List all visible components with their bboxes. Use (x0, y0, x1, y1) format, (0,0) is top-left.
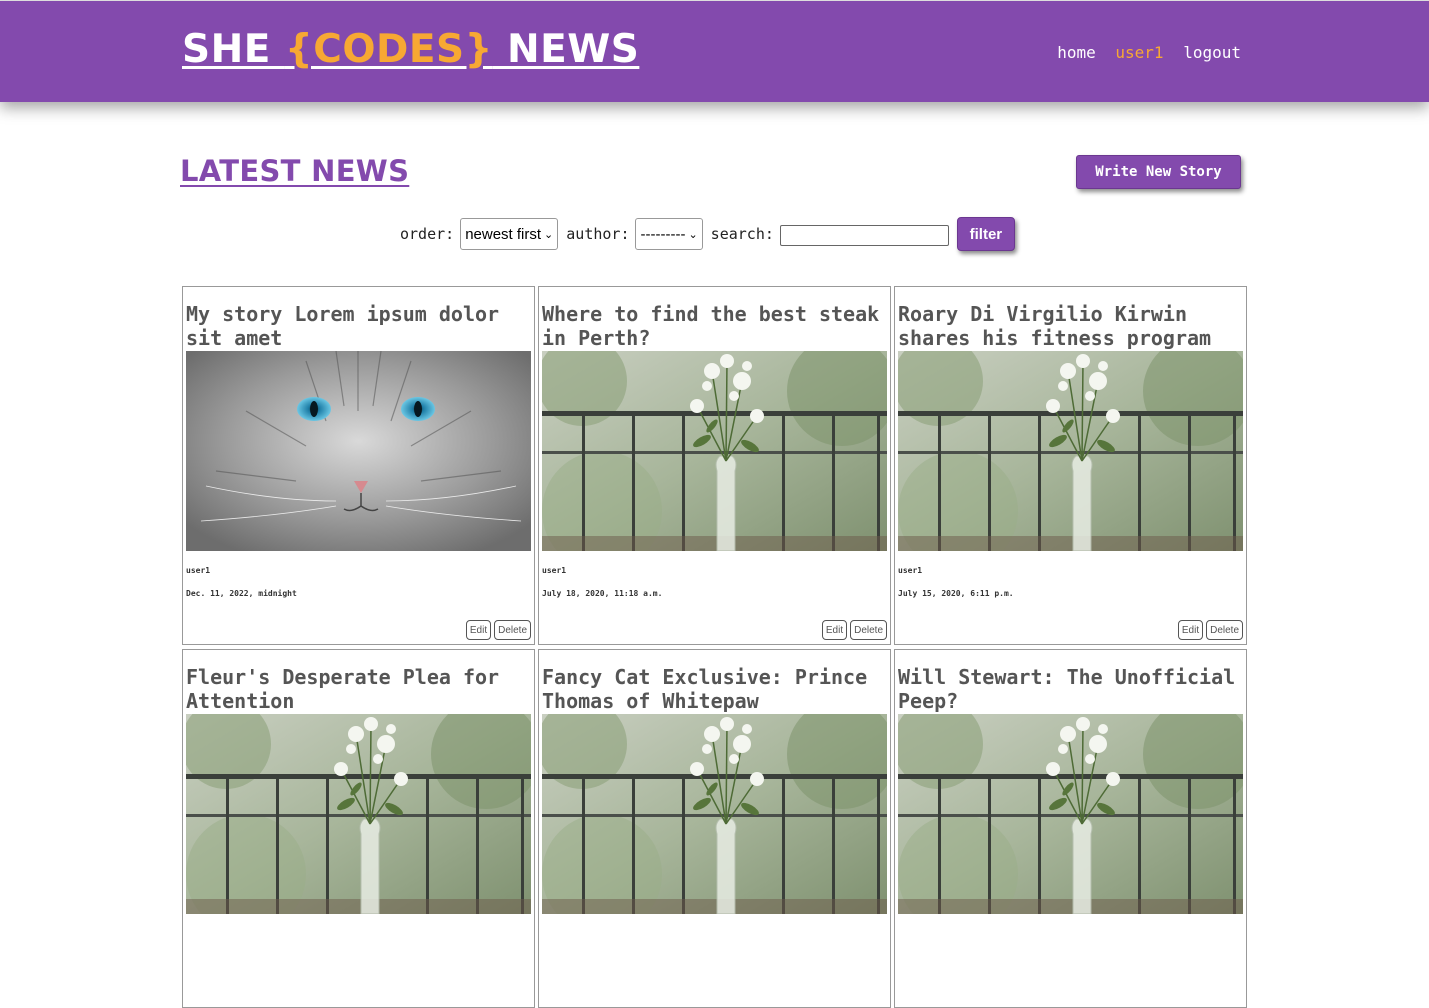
top-navbar: SHE {CODES} NEWS home user1 logout (0, 0, 1429, 102)
story-date: July 18, 2020, 11:18 a.m. (542, 589, 663, 598)
write-new-story-button[interactable]: Write New Story (1076, 155, 1241, 189)
order-select-value: newest first (465, 225, 542, 243)
order-label: order: (400, 225, 455, 243)
filter-bar: order: newest first ⌄ author: --------- … (400, 217, 1015, 251)
search-input[interactable] (779, 224, 949, 246)
story-card[interactable]: My story Lorem ipsum dolor sit amet user… (182, 286, 535, 645)
story-card[interactable]: Fleur's Desperate Plea for Attention (182, 649, 535, 1008)
story-title[interactable]: Fleur's Desperate Plea for Attention (186, 665, 531, 713)
order-select[interactable]: newest first ⌄ (460, 218, 559, 250)
story-image (186, 714, 531, 914)
edit-button[interactable]: Edit (465, 620, 492, 640)
story-actions: Edit Delete (821, 620, 887, 640)
search-label: search: (710, 225, 774, 243)
story-card[interactable]: Roary Di Virgilio Kirwin shares his fitn… (894, 286, 1247, 645)
delete-button[interactable]: Delete (1206, 620, 1243, 640)
delete-button[interactable]: Delete (494, 620, 531, 640)
logo-text-she: SHE (182, 27, 285, 72)
logo-text-news: NEWS (492, 27, 640, 72)
story-card[interactable]: Where to find the best steak in Perth? u… (538, 286, 891, 645)
chevron-down-icon: ⌄ (544, 228, 554, 241)
author-select-value: --------- (640, 225, 686, 243)
story-date: Dec. 11, 2022, midnight (186, 589, 297, 598)
site-logo[interactable]: SHE {CODES} NEWS (182, 27, 639, 72)
story-title[interactable]: My story Lorem ipsum dolor sit amet (186, 302, 531, 350)
nav-links: home user1 logout (1047, 43, 1241, 62)
author-label: author: (566, 225, 630, 243)
logo-text-codes: {CODES} (284, 27, 493, 72)
delete-button[interactable]: Delete (850, 620, 887, 640)
author-select[interactable]: --------- ⌄ (635, 218, 703, 250)
story-card[interactable]: Fancy Cat Exclusive: Prince Thomas of Wh… (538, 649, 891, 1008)
story-image (898, 351, 1243, 551)
nav-logout-link[interactable]: logout (1183, 43, 1241, 62)
nav-home-link[interactable]: home (1057, 43, 1096, 62)
page-title: LATEST NEWS (180, 154, 410, 188)
story-image (898, 714, 1243, 914)
story-title[interactable]: Where to find the best steak in Perth? (542, 302, 887, 350)
story-author: user1 (898, 566, 923, 575)
filter-button[interactable]: filter (956, 217, 1015, 251)
story-author: user1 (542, 566, 567, 575)
edit-button[interactable]: Edit (1177, 620, 1204, 640)
story-grid: My story Lorem ipsum dolor sit amet user… (182, 286, 1247, 1008)
story-image (542, 714, 887, 914)
story-image (542, 351, 887, 551)
story-title[interactable]: Fancy Cat Exclusive: Prince Thomas of Wh… (542, 665, 887, 713)
story-author: user1 (186, 566, 211, 575)
story-image (186, 351, 531, 551)
story-title[interactable]: Roary Di Virgilio Kirwin shares his fitn… (898, 302, 1243, 350)
story-date: July 15, 2020, 6:11 p.m. (898, 589, 1014, 598)
story-actions: Edit Delete (465, 620, 531, 640)
chevron-down-icon: ⌄ (688, 228, 698, 241)
story-title[interactable]: Will Stewart: The Unofficial Peep? (898, 665, 1243, 713)
story-card[interactable]: Will Stewart: The Unofficial Peep? (894, 649, 1247, 1008)
story-actions: Edit Delete (1177, 620, 1243, 640)
nav-user-link[interactable]: user1 (1115, 43, 1163, 62)
edit-button[interactable]: Edit (821, 620, 848, 640)
